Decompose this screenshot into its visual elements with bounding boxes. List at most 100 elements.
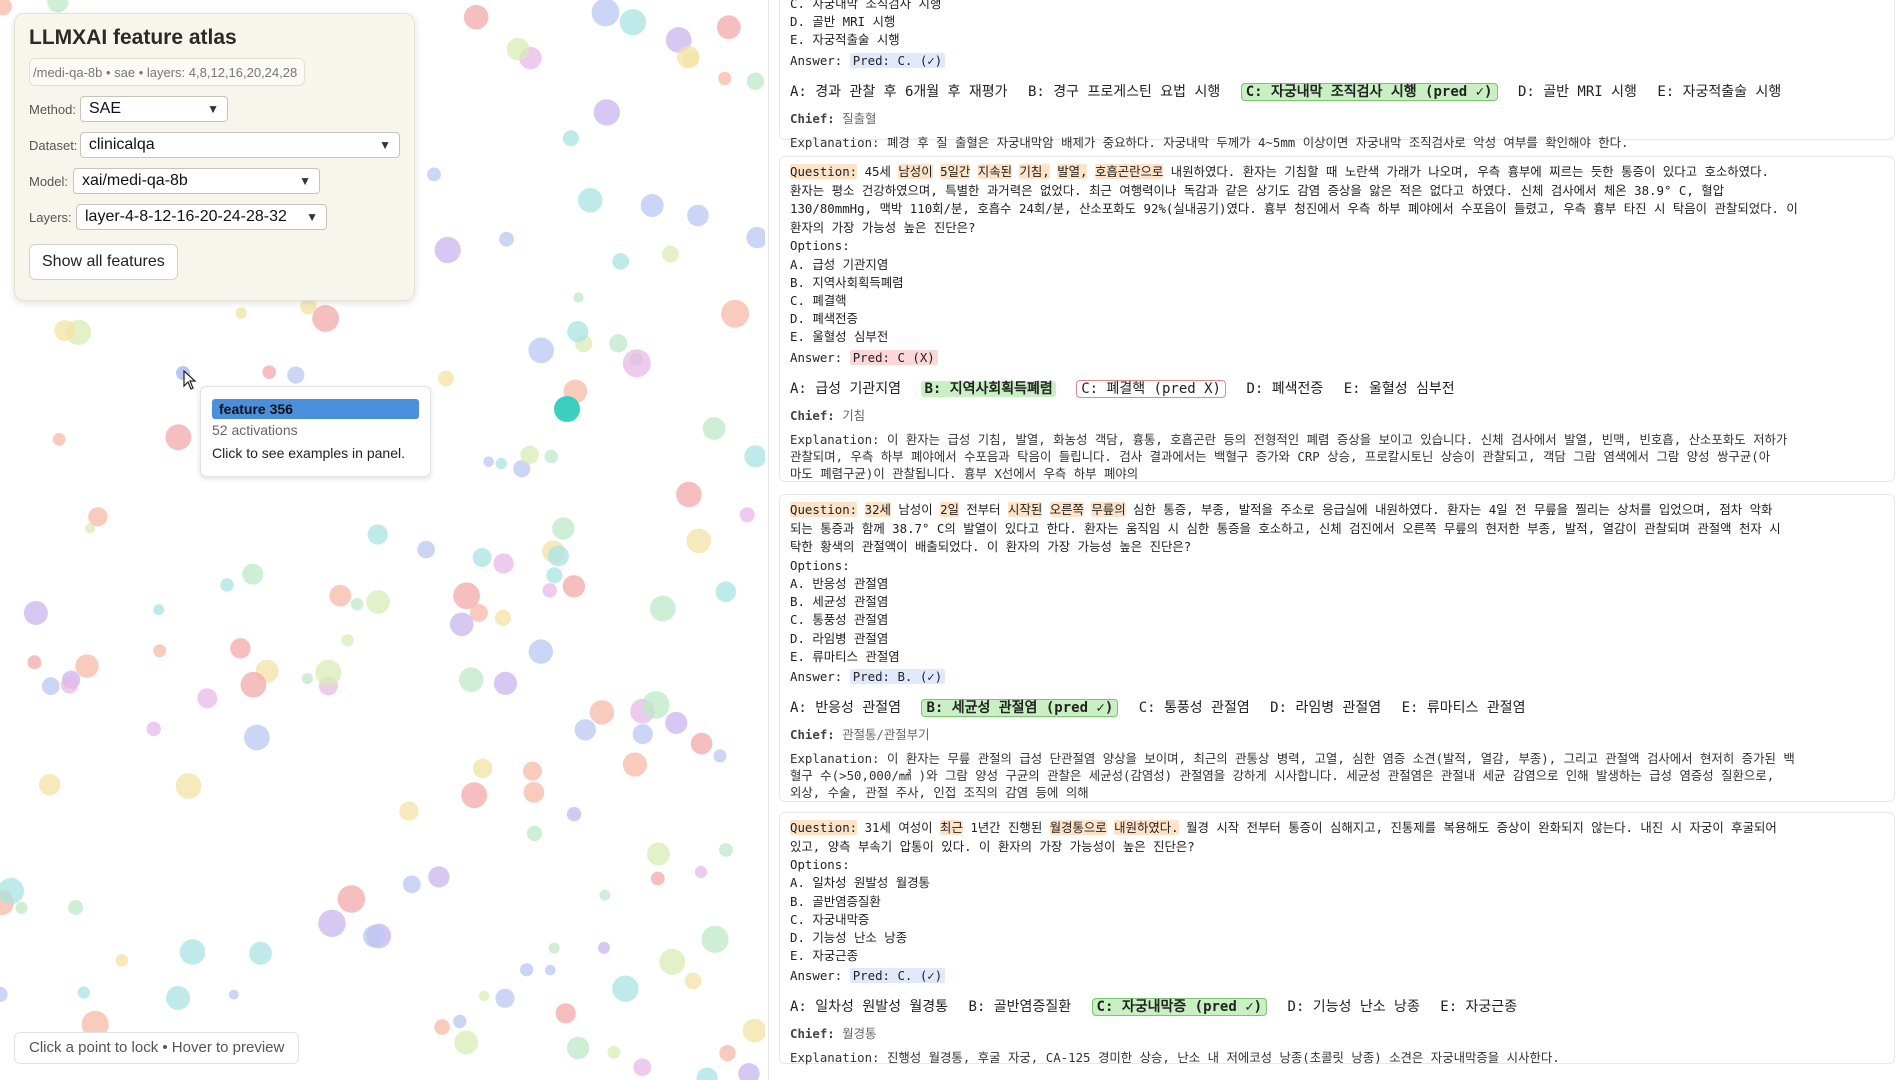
feature-point[interactable] [589, 700, 615, 725]
feature-point[interactable] [662, 245, 679, 263]
feature-point[interactable] [633, 1058, 652, 1077]
feature-point[interactable] [417, 540, 435, 559]
feature-point[interactable] [721, 299, 750, 328]
feature-point[interactable] [27, 655, 42, 670]
feature-point[interactable] [494, 609, 512, 627]
feature-point[interactable] [363, 925, 386, 948]
feature-point[interactable] [738, 1063, 760, 1080]
feature-point[interactable] [230, 638, 251, 659]
feature-point[interactable] [676, 481, 702, 508]
feature-point[interactable] [555, 1003, 576, 1024]
feature-point[interactable] [438, 370, 454, 387]
feature-point[interactable] [640, 194, 664, 217]
feature-point[interactable] [434, 1019, 450, 1035]
feature-point[interactable] [520, 445, 539, 464]
feature-point[interactable] [742, 1018, 765, 1043]
feature-point[interactable] [716, 15, 741, 40]
feature-point[interactable] [566, 1036, 590, 1060]
feature-point[interactable] [249, 941, 272, 965]
feature-point[interactable] [528, 639, 553, 664]
feature-point[interactable] [715, 581, 737, 602]
feature-point[interactable] [702, 417, 726, 440]
feature-point[interactable] [566, 807, 582, 822]
feature-point[interactable] [612, 975, 639, 1002]
feature-point[interactable] [499, 231, 514, 247]
feature-point[interactable] [472, 758, 493, 779]
feature-point[interactable] [713, 749, 727, 763]
feature-point[interactable] [701, 925, 729, 953]
feature-point[interactable] [244, 724, 270, 751]
feature-point[interactable] [15, 901, 28, 914]
feature-point[interactable] [744, 445, 765, 468]
feature-point[interactable] [153, 604, 165, 616]
feature-point[interactable] [329, 584, 352, 607]
feature-point[interactable] [262, 365, 277, 380]
feature-point[interactable] [240, 671, 267, 698]
feature-point[interactable] [220, 578, 234, 592]
feature-point[interactable] [52, 432, 66, 446]
feature-point[interactable] [428, 866, 450, 888]
feature-point[interactable] [593, 99, 620, 126]
layers-select[interactable]: layer-4-8-12-16-20-24-28-32 ▼ [76, 204, 327, 230]
feature-point[interactable] [77, 986, 91, 999]
feature-point[interactable] [546, 567, 563, 584]
feature-point[interactable] [599, 889, 611, 901]
feature-point[interactable] [75, 654, 99, 678]
feature-point[interactable] [526, 825, 543, 842]
feature-point[interactable] [461, 782, 488, 809]
feature-point[interactable] [312, 305, 339, 332]
feature-point[interactable] [367, 524, 388, 545]
feature-point[interactable] [619, 9, 647, 36]
feature-point[interactable] [562, 575, 586, 598]
feature-point[interactable] [523, 761, 542, 781]
feature-point[interactable] [545, 964, 556, 976]
feature-point[interactable] [0, 877, 25, 905]
feature-point[interactable] [165, 424, 192, 451]
feature-point[interactable] [687, 204, 709, 227]
feature-point[interactable] [622, 752, 648, 777]
feature-point[interactable] [591, 0, 620, 27]
feature-point[interactable] [318, 909, 346, 937]
feature-point[interactable] [399, 801, 419, 821]
feature-point[interactable] [598, 941, 610, 954]
feature-point[interactable] [469, 603, 488, 622]
feature-point[interactable] [463, 4, 489, 30]
feature-point[interactable] [493, 553, 514, 574]
feature-point[interactable] [301, 673, 313, 684]
examples-panel[interactable]: C. 자궁내막 조직검사 시행 D. 골반 MRI 시행 E. 자궁적출술 시행… [768, 0, 1904, 1080]
feature-point[interactable] [552, 517, 575, 540]
feature-point[interactable] [0, 0, 12, 16]
model-subtitle-field[interactable]: /medi-qa-8b • sae • layers: 4,8,12,16,20… [29, 58, 305, 86]
feature-point[interactable] [478, 990, 490, 1002]
feature-point[interactable] [607, 1045, 621, 1059]
feature-point[interactable] [458, 667, 484, 693]
feature-point[interactable] [506, 37, 530, 61]
feature-point[interactable] [642, 691, 670, 719]
feature-point[interactable] [0, 986, 8, 1002]
feature-point[interactable] [523, 782, 545, 803]
feature-point[interactable] [483, 456, 494, 468]
feature-point[interactable] [528, 337, 554, 364]
feature-point[interactable] [677, 45, 700, 69]
feature-point[interactable] [646, 842, 670, 866]
feature-point[interactable] [434, 236, 461, 264]
feature-point[interactable] [228, 989, 239, 1000]
feature-point[interactable] [548, 942, 560, 954]
feature-point[interactable] [315, 659, 342, 686]
feature-point[interactable] [690, 732, 713, 755]
feature-point[interactable] [665, 711, 688, 735]
feature-point[interactable] [719, 1044, 736, 1062]
feature-point[interactable] [567, 321, 589, 343]
feature-point[interactable] [88, 507, 108, 527]
feature-point[interactable] [659, 948, 686, 975]
feature-point[interactable] [542, 583, 557, 598]
feature-point[interactable] [179, 939, 206, 965]
feature-point[interactable] [520, 963, 534, 977]
feature-point[interactable] [153, 644, 167, 658]
feature-point[interactable] [649, 595, 676, 622]
model-select[interactable]: xai/medi-qa-8b ▼ [73, 168, 320, 194]
method-select[interactable]: SAE ▼ [80, 96, 228, 122]
dataset-select[interactable]: clinicalqa ▼ [79, 132, 400, 158]
feature-point[interactable] [54, 320, 76, 341]
feature-point[interactable] [472, 548, 492, 567]
